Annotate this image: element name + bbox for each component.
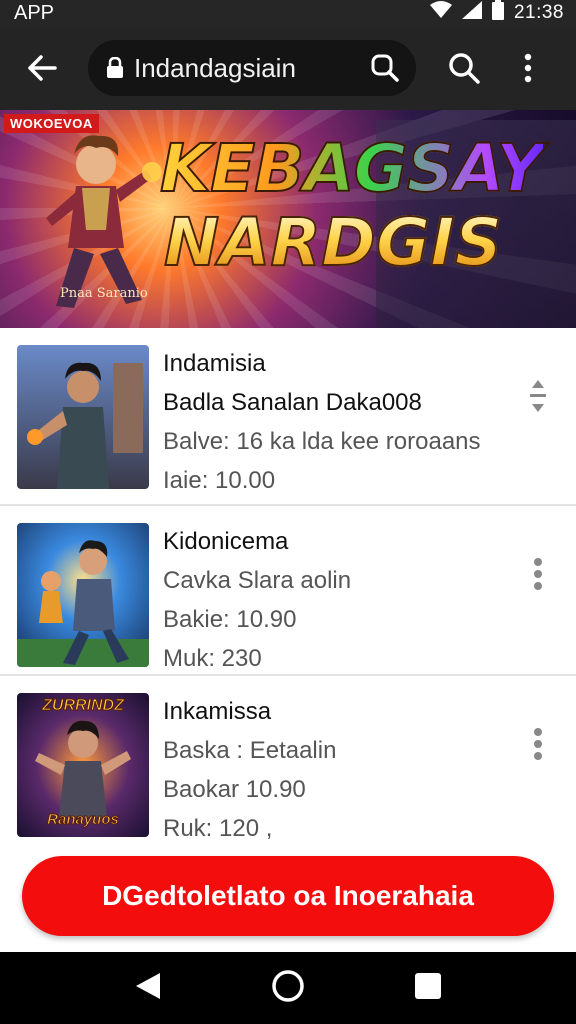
banner-title: KEBAGSAY NARDGIS (159, 130, 545, 277)
battery-icon (491, 0, 504, 26)
list-item[interactable]: ZURRINDZ Ranayuos Inkamissa Baska : Eeta… (0, 676, 576, 846)
list-item[interactable]: Kidonicema Cavka Slara aolin Bakie: 10.9… (0, 506, 576, 676)
item-menu-button[interactable] (522, 720, 554, 768)
primary-cta-button[interactable]: DGedtoletlato oa Inoerahaia (22, 856, 554, 936)
status-icons: 21:38 (429, 0, 564, 26)
item-thumbnail: ZURRINDZ Ranayuos (17, 693, 149, 837)
item-meta: Baokar 10.90 (163, 776, 306, 803)
nav-home-button[interactable] (271, 969, 305, 1008)
thumb-badge-top: ZURRINDZ (42, 697, 125, 715)
banner-title-line2: NARDGIS (163, 209, 543, 277)
system-nav-bar (0, 952, 576, 1024)
search-button[interactable] (440, 44, 488, 92)
item-details: Indamisia Badla Sanalan Daka008 Balve: 1… (163, 350, 493, 495)
wifi-icon (429, 1, 452, 25)
item-price: Iaie: 10.00 (163, 467, 276, 494)
item-thumbnail (17, 345, 149, 489)
item-details: Inkamissa Baska : Eetaalin Baokar 10.90 … (163, 698, 493, 843)
more-vertical-icon (534, 728, 542, 760)
item-menu-button[interactable] (522, 550, 554, 598)
nav-recents-button[interactable] (414, 972, 442, 1005)
circle-home-icon (272, 969, 304, 1002)
item-subtitle: Baska : Eetaalin (163, 737, 337, 764)
item-menu-button[interactable] (522, 372, 554, 420)
overflow-menu-button[interactable] (504, 44, 552, 92)
banner-title-line1: KEBAGSAY (159, 130, 545, 207)
arrow-left-icon (28, 55, 57, 81)
lock-icon (106, 57, 124, 79)
item-title: Indamisia (163, 350, 266, 377)
search-icon (449, 53, 480, 84)
drag-handle-icon (530, 380, 546, 412)
list-item[interactable]: Indamisia Badla Sanalan Daka008 Balve: 1… (0, 328, 576, 506)
item-price: Muk: 230 (163, 645, 262, 672)
item-subtitle: Cavka Slara aolin (163, 567, 352, 594)
banner-caption: Pnaa Saranio (60, 286, 148, 301)
item-subtitle: Badla Sanalan Daka008 (163, 389, 422, 416)
item-title: Inkamissa (163, 698, 272, 725)
item-thumbnail (17, 523, 149, 667)
url-text: Indandagsiain (134, 52, 296, 83)
game-list: Indamisia Badla Sanalan Daka008 Balve: 1… (0, 328, 576, 846)
item-meta: Bakie: 10.90 (163, 606, 297, 633)
item-meta: Balve: 16 ka lda kee roroaans (163, 428, 481, 455)
app-label: APP (14, 1, 55, 24)
status-bar: APP 21:38 (0, 0, 576, 26)
search-in-page-icon[interactable] (370, 53, 400, 83)
signal-icon (461, 1, 482, 25)
triangle-back-icon (136, 972, 161, 999)
item-price: Ruk: 120 , (163, 815, 273, 842)
nav-back-button[interactable] (134, 971, 162, 1006)
item-title: Kidonicema (163, 528, 289, 555)
square-recents-icon (414, 972, 441, 999)
thumb-badge-bottom: Ranayuos (47, 811, 120, 829)
item-details: Kidonicema Cavka Slara aolin Bakie: 10.9… (163, 528, 493, 673)
more-vertical-icon (534, 558, 542, 590)
hero-banner[interactable]: WOKOEVOA KEBAGSAY NARDGIS Pnaa Saranio (0, 110, 576, 328)
status-time: 21:38 (513, 2, 564, 23)
more-vertical-icon (524, 53, 532, 83)
back-button[interactable] (20, 46, 64, 90)
address-bar[interactable]: Indandagsiain (88, 40, 416, 96)
browser-toolbar: Indandagsiain (0, 26, 576, 110)
